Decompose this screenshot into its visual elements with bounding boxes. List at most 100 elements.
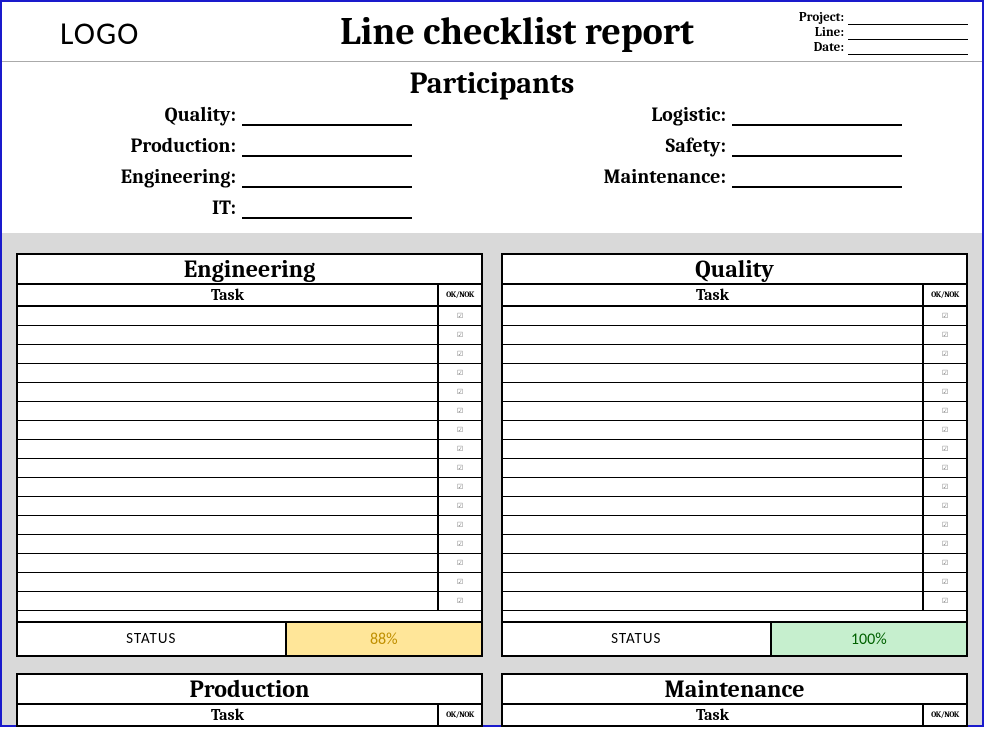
task-row: ☑ bbox=[503, 497, 966, 516]
quality-ok-cell: ☑ bbox=[924, 421, 966, 439]
engineering-ok-cell: ☑ bbox=[439, 497, 481, 515]
card-production-ok-header: OK/NOK bbox=[439, 705, 481, 725]
engineering-ok-cell: ☑ bbox=[439, 459, 481, 477]
task-row: ☑ bbox=[503, 421, 966, 440]
meta-line: Line: bbox=[758, 25, 968, 40]
card-quality-ok-header: OK/NOK bbox=[924, 285, 966, 305]
task-row: ☑ bbox=[503, 402, 966, 421]
task-row: ☑ bbox=[18, 364, 481, 383]
task-row: ☑ bbox=[18, 592, 481, 611]
engineering-task-cell bbox=[18, 535, 439, 553]
quality-ok-cell: ☑ bbox=[924, 592, 966, 610]
participant-safety: Safety: bbox=[492, 134, 962, 157]
participants-left-column: Quality: Production: Engineering: IT: bbox=[22, 103, 472, 219]
participant-maintenance-label: Maintenance: bbox=[492, 165, 732, 188]
header: LOGO Line checklist report Project: Line… bbox=[2, 2, 982, 62]
task-row: ☑ bbox=[18, 421, 481, 440]
meta-date-line bbox=[848, 42, 968, 55]
task-row: ☑ bbox=[503, 554, 966, 573]
card-quality: Quality Task OK/NOK ☑☑☑☑☑☑☑☑☑☑☑☑☑☑☑☑ STA… bbox=[501, 253, 968, 657]
quality-ok-cell: ☑ bbox=[924, 326, 966, 344]
quality-ok-cell: ☑ bbox=[924, 440, 966, 458]
quality-task-cell bbox=[503, 402, 924, 420]
meta-line-line bbox=[848, 27, 968, 40]
quality-task-cell bbox=[503, 592, 924, 610]
participant-it: IT: bbox=[22, 196, 472, 219]
card-maintenance-task-header: Task bbox=[503, 705, 924, 725]
engineering-task-cell bbox=[18, 573, 439, 591]
participants-section: Quality: Production: Engineering: IT: Lo… bbox=[2, 101, 982, 233]
card-quality-subhead: Task OK/NOK bbox=[503, 285, 966, 307]
engineering-task-cell bbox=[18, 402, 439, 420]
quality-task-cell bbox=[503, 535, 924, 553]
task-row: ☑ bbox=[503, 516, 966, 535]
document-frame: LOGO Line checklist report Project: Line… bbox=[0, 0, 984, 727]
meta-project-label: Project: bbox=[799, 10, 844, 25]
card-quality-status: STATUS 100% bbox=[503, 621, 966, 655]
task-row: ☑ bbox=[18, 402, 481, 421]
engineering-task-cell bbox=[18, 307, 439, 325]
task-row: ☑ bbox=[503, 592, 966, 611]
quality-ok-cell: ☑ bbox=[924, 497, 966, 515]
quality-task-cell bbox=[503, 497, 924, 515]
quality-ok-cell: ☑ bbox=[924, 535, 966, 553]
quality-task-cell bbox=[503, 440, 924, 458]
card-engineering-subhead: Task OK/NOK bbox=[18, 285, 481, 307]
engineering-task-cell bbox=[18, 554, 439, 572]
task-row: ☑ bbox=[503, 459, 966, 478]
participant-maintenance: Maintenance: bbox=[492, 165, 962, 188]
participant-maintenance-line bbox=[732, 168, 902, 188]
participant-it-line bbox=[242, 199, 412, 219]
participant-safety-label: Safety: bbox=[492, 134, 732, 157]
quality-task-cell bbox=[503, 516, 924, 534]
quality-task-cell bbox=[503, 421, 924, 439]
task-row: ☑ bbox=[503, 478, 966, 497]
engineering-task-cell bbox=[18, 478, 439, 496]
participant-logistic: Logistic: bbox=[492, 103, 962, 126]
quality-ok-cell: ☑ bbox=[924, 402, 966, 420]
quality-task-cell bbox=[503, 573, 924, 591]
card-quality-status-value: 100% bbox=[772, 623, 966, 655]
quality-ok-cell: ☑ bbox=[924, 459, 966, 477]
participants-right-column: Logistic: Safety: Maintenance: bbox=[492, 103, 962, 219]
quality-ok-cell: ☑ bbox=[924, 345, 966, 363]
engineering-ok-cell: ☑ bbox=[439, 307, 481, 325]
quality-task-cell bbox=[503, 459, 924, 477]
card-engineering-status-value: 88% bbox=[287, 623, 481, 655]
card-maintenance-ok-header: OK/NOK bbox=[924, 705, 966, 725]
task-row: ☑ bbox=[18, 573, 481, 592]
task-row: ☑ bbox=[18, 440, 481, 459]
engineering-ok-cell: ☑ bbox=[439, 535, 481, 553]
card-production-title: Production bbox=[18, 675, 481, 705]
engineering-ok-cell: ☑ bbox=[439, 478, 481, 496]
task-row: ☑ bbox=[503, 345, 966, 364]
task-row: ☑ bbox=[503, 326, 966, 345]
engineering-ok-cell: ☑ bbox=[439, 516, 481, 534]
card-production: Production Task OK/NOK bbox=[16, 673, 483, 727]
task-row: ☑ bbox=[18, 516, 481, 535]
participant-engineering: Engineering: bbox=[22, 165, 472, 188]
participant-engineering-line bbox=[242, 168, 412, 188]
engineering-ok-cell: ☑ bbox=[439, 421, 481, 439]
card-production-task-header: Task bbox=[18, 705, 439, 725]
card-quality-rows: ☑☑☑☑☑☑☑☑☑☑☑☑☑☑☑☑ bbox=[503, 307, 966, 611]
participant-quality-line bbox=[242, 106, 412, 126]
participant-it-label: IT: bbox=[22, 196, 242, 219]
quality-ok-cell: ☑ bbox=[924, 478, 966, 496]
participant-production-line bbox=[242, 137, 412, 157]
engineering-ok-cell: ☑ bbox=[439, 592, 481, 610]
quality-task-cell bbox=[503, 326, 924, 344]
participant-production: Production: bbox=[22, 134, 472, 157]
quality-ok-cell: ☑ bbox=[924, 364, 966, 382]
card-maintenance-title: Maintenance bbox=[503, 675, 966, 705]
engineering-ok-cell: ☑ bbox=[439, 554, 481, 572]
task-row: ☑ bbox=[18, 459, 481, 478]
engineering-ok-cell: ☑ bbox=[439, 383, 481, 401]
engineering-ok-cell: ☑ bbox=[439, 402, 481, 420]
quality-task-cell bbox=[503, 478, 924, 496]
card-engineering-task-header: Task bbox=[18, 285, 439, 305]
checklist-grid: Engineering Task OK/NOK ☑☑☑☑☑☑☑☑☑☑☑☑☑☑☑☑… bbox=[2, 233, 982, 725]
quality-task-cell bbox=[503, 364, 924, 382]
engineering-ok-cell: ☑ bbox=[439, 573, 481, 591]
engineering-task-cell bbox=[18, 459, 439, 477]
